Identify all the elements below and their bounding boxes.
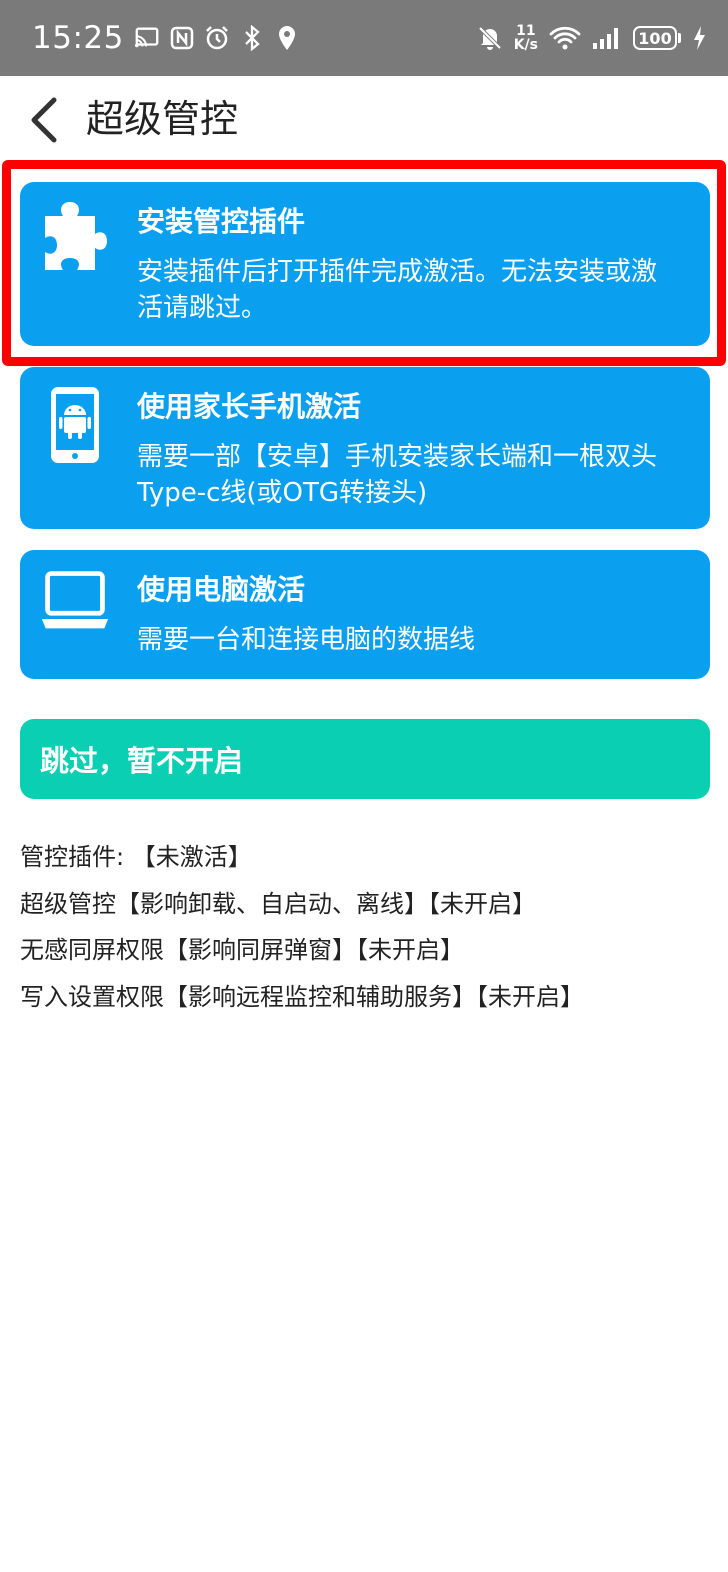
write-settings-permission-line: 写入设置权限【影响远程监控和辅助服务】【未开启】 bbox=[20, 982, 584, 1011]
charging-icon bbox=[692, 24, 706, 52]
battery-indicator: 100 bbox=[633, 26, 681, 50]
chevron-left-icon bbox=[31, 97, 57, 143]
screen-share-permission-line: 无感同屏权限【影响同屏弹窗】【未开启】 bbox=[20, 936, 464, 964]
install-plugin-description: 安装插件后打开插件完成激活。无法安装或激活请跳过。 bbox=[137, 257, 658, 323]
mute-bell-icon bbox=[477, 24, 503, 52]
status-bar: 15:25 11 K/s 100 bbox=[0, 0, 728, 76]
signal-icon bbox=[592, 24, 622, 52]
parent-phone-description: 需要一部【安卓】手机安装家长端和一根双头Type-c线(或OTG转接头) bbox=[137, 442, 658, 508]
puzzle-icon bbox=[40, 200, 110, 278]
battery-level: 100 bbox=[633, 26, 677, 50]
install-plugin-title: 安装管控插件 bbox=[137, 205, 306, 238]
laptop-icon bbox=[40, 568, 110, 634]
app-header: 超级管控 bbox=[0, 76, 728, 164]
net-speed-unit: K/s bbox=[513, 37, 538, 53]
install-plugin-card[interactable]: 安装管控插件 安装插件后打开插件完成激活。无法安装或激活请跳过。 bbox=[20, 182, 710, 346]
computer-title: 使用电脑激活 bbox=[137, 573, 306, 606]
parent-phone-title: 使用家长手机激活 bbox=[137, 390, 362, 423]
bluetooth-icon bbox=[239, 24, 265, 52]
status-left-icons bbox=[134, 24, 300, 52]
status-time: 15:25 bbox=[32, 20, 124, 56]
status-right-icons: 11 K/s 100 bbox=[477, 24, 706, 52]
net-speed: 11 K/s bbox=[514, 24, 538, 52]
cast-icon bbox=[134, 24, 160, 52]
wifi-icon bbox=[549, 24, 581, 52]
status-list: 管控插件: 【未激活】 超级管控【影响卸载、自启动、离线】【未开启】 无感同屏权… bbox=[20, 834, 710, 1020]
parent-phone-card[interactable]: 使用家长手机激活 需要一部【安卓】手机安装家长端和一根双头Type-c线(或OT… bbox=[20, 367, 710, 529]
computer-description: 需要一台和连接电脑的数据线 bbox=[137, 625, 476, 655]
battery-cap bbox=[678, 33, 681, 43]
super-control-status-line: 超级管控【影响卸载、自启动、离线】【未开启】 bbox=[20, 889, 536, 918]
page-title: 超级管控 bbox=[86, 97, 239, 141]
plugin-status-line: 管控插件: 【未激活】 bbox=[20, 843, 252, 871]
android-phone-icon bbox=[40, 385, 110, 465]
net-speed-value: 11 bbox=[516, 23, 536, 39]
back-button[interactable] bbox=[26, 96, 62, 144]
alarm-icon bbox=[204, 24, 230, 52]
skip-button[interactable]: 跳过，暂不开启 bbox=[20, 719, 710, 799]
location-icon bbox=[274, 24, 300, 52]
nfc-icon bbox=[169, 24, 195, 52]
computer-card[interactable]: 使用电脑激活 需要一台和连接电脑的数据线 bbox=[20, 550, 710, 679]
